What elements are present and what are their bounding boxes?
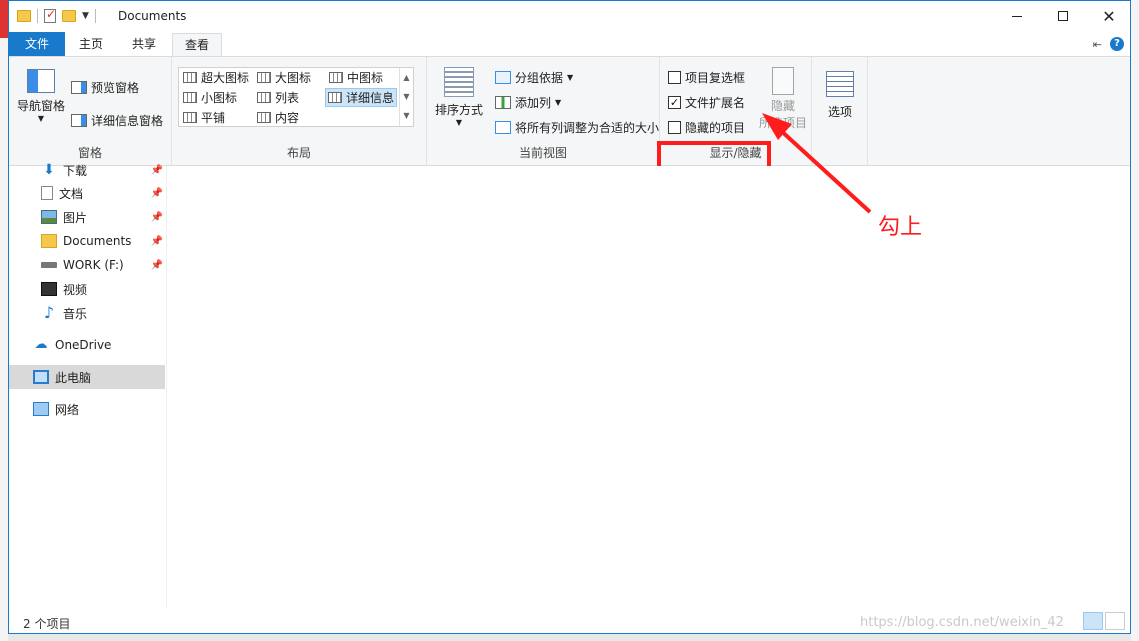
annotation-label: 勾上 (878, 215, 923, 240)
annotation-arrow-line (776, 126, 872, 214)
annotation-arrow (762, 113, 872, 214)
